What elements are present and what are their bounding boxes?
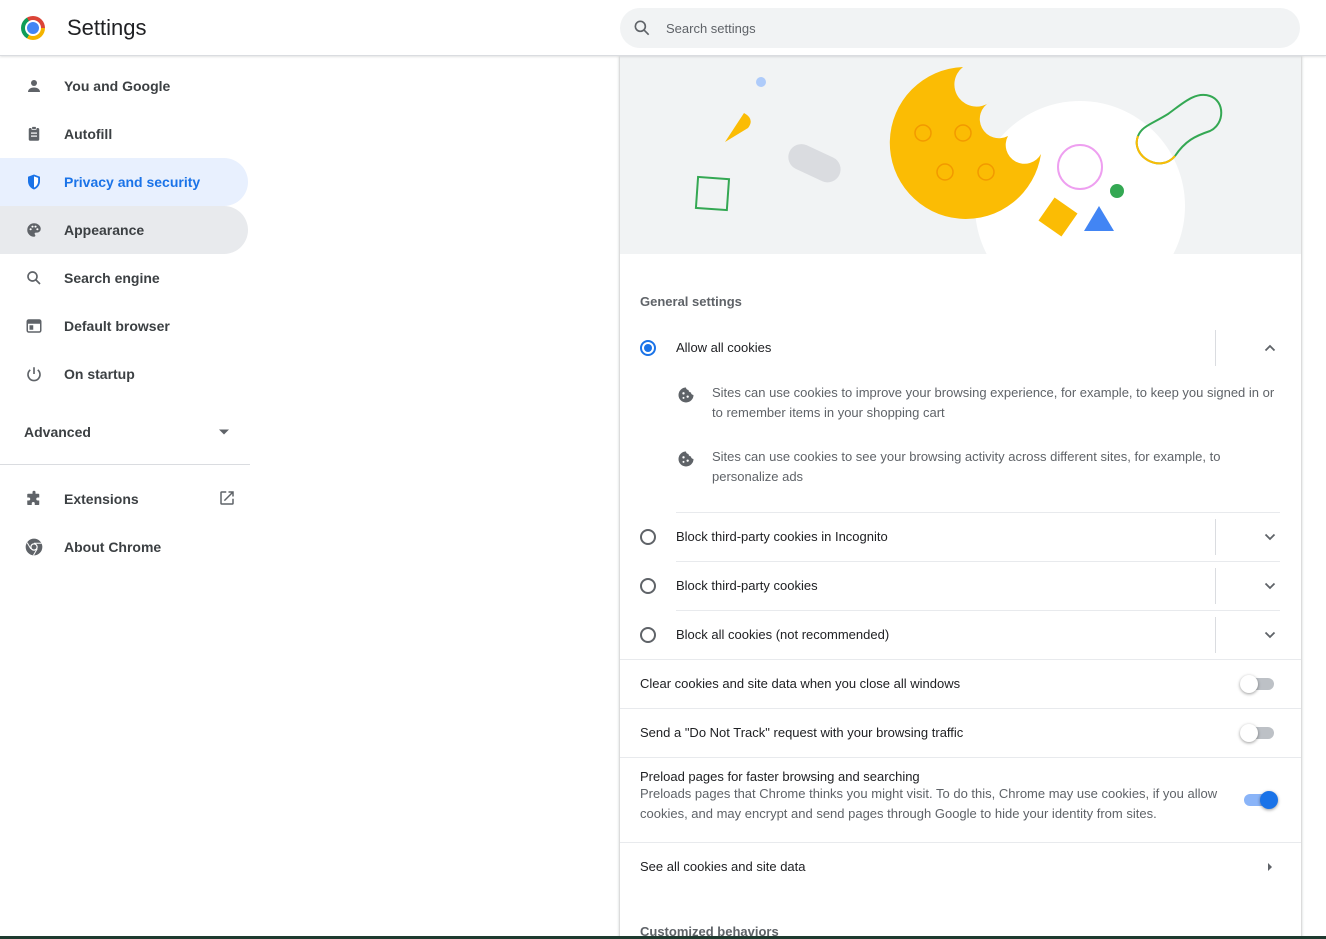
- expand-button[interactable]: [1260, 527, 1280, 547]
- puzzle-icon: [24, 489, 44, 509]
- sidebar-item-privacy-and-security[interactable]: Privacy and security: [0, 158, 248, 206]
- do-not-track-toggle[interactable]: [1240, 724, 1274, 742]
- chevron-down-icon: [1264, 582, 1276, 590]
- chevron-down-icon: [1264, 631, 1276, 639]
- sidebar-item-label: Appearance: [64, 222, 145, 238]
- person-icon: [24, 76, 44, 96]
- preload-pages-toggle[interactable]: [1244, 791, 1278, 809]
- search-input[interactable]: [666, 8, 1266, 48]
- sidebar-item-label: Search engine: [64, 270, 160, 286]
- sidebar-item-label: About Chrome: [64, 539, 162, 555]
- search-icon: [634, 20, 650, 36]
- radio-button[interactable]: [640, 626, 656, 643]
- cookies-settings-card: General settings Allow all cookies Sites…: [620, 56, 1301, 939]
- dropdown-arrow-icon: [219, 429, 229, 435]
- sidebar-item-label: You and Google: [64, 78, 171, 94]
- expand-button[interactable]: [1260, 625, 1280, 645]
- cookies-illustration: [620, 56, 1301, 254]
- toggle-sublabel: Preloads pages that Chrome thinks you mi…: [640, 786, 1218, 821]
- shield-icon: [24, 172, 44, 192]
- clear-on-exit-toggle[interactable]: [1240, 675, 1274, 693]
- browser-icon: [24, 316, 44, 336]
- toggle-label: Clear cookies and site data when you clo…: [640, 676, 961, 691]
- row-separator: [1215, 568, 1216, 604]
- sidebar-item-search-engine[interactable]: Search engine: [0, 254, 248, 302]
- toggle-knob: [1240, 675, 1258, 693]
- cookie-icon: [678, 387, 694, 403]
- clipboard-icon: [24, 124, 44, 144]
- sidebar-item-default-browser[interactable]: Default browser: [0, 302, 248, 350]
- detail-text: Sites can use cookies to improve your br…: [712, 385, 1275, 420]
- sidebar-item-you-and-google[interactable]: You and Google: [0, 62, 248, 110]
- cookie-option-label: Block third-party cookies: [676, 578, 818, 593]
- sidebar-item-autofill[interactable]: Autofill: [0, 110, 248, 158]
- allow-all-detail-1: Sites can use cookies to improve your br…: [676, 383, 1280, 423]
- allow-all-detail-2: Sites can use cookies to see your browsi…: [676, 447, 1280, 487]
- top-toolbar: Settings: [0, 0, 1326, 56]
- advanced-toggle[interactable]: Advanced: [0, 408, 250, 456]
- cookie-option-block-all[interactable]: Block all cookies (not recommended): [640, 610, 1280, 659]
- cookie-option-label: Allow all cookies: [676, 340, 772, 355]
- sidebar-item-label: Default browser: [64, 318, 170, 334]
- cookie-option-label: Block third-party cookies in Incognito: [676, 529, 888, 544]
- page-title: Settings: [67, 15, 147, 40]
- sidebar: You and Google Autofill Privacy and secu…: [0, 62, 250, 571]
- toggle-label: Send a "Do Not Track" request with your …: [640, 725, 964, 740]
- search-icon: [24, 268, 44, 288]
- sidebar-item-extensions[interactable]: Extensions: [0, 475, 250, 523]
- sidebar-item-label: On startup: [64, 366, 135, 382]
- search-bar[interactable]: [620, 8, 1300, 48]
- preload-pages-row[interactable]: Preload pages for faster browsing and se…: [640, 769, 1280, 831]
- see-all-cookies-label: See all cookies and site data: [640, 859, 806, 874]
- chevron-right-icon: [1268, 863, 1272, 871]
- radio-button[interactable]: [640, 528, 656, 545]
- palette-icon: [24, 220, 44, 240]
- sidebar-divider: [0, 464, 250, 465]
- clear-on-exit-row[interactable]: Clear cookies and site data when you clo…: [640, 659, 1280, 708]
- row-separator: [1215, 519, 1216, 555]
- chrome-icon: [24, 537, 44, 557]
- cookie-icon: [678, 451, 694, 467]
- chrome-logo-icon: [21, 16, 45, 40]
- sidebar-item-label: Privacy and security: [64, 174, 201, 190]
- chevron-down-icon: [1264, 533, 1276, 541]
- sidebar-item-on-startup[interactable]: On startup: [0, 350, 248, 398]
- cookie-option-block-third-party[interactable]: Block third-party cookies: [640, 561, 1280, 610]
- divider: [620, 757, 1301, 758]
- advanced-label: Advanced: [24, 424, 91, 440]
- power-icon: [24, 364, 44, 384]
- sidebar-item-label: Extensions: [64, 491, 139, 507]
- row-separator: [1215, 617, 1216, 653]
- do-not-track-row[interactable]: Send a "Do Not Track" request with your …: [640, 708, 1280, 757]
- sidebar-item-label: Autofill: [64, 126, 113, 142]
- toggle-knob: [1240, 724, 1258, 742]
- sidebar-item-about-chrome[interactable]: About Chrome: [0, 523, 248, 571]
- radio-button[interactable]: [640, 577, 656, 594]
- toggle-label: Preload pages for faster browsing and se…: [640, 769, 920, 784]
- expand-button[interactable]: [1260, 576, 1280, 596]
- row-separator: [1215, 330, 1216, 366]
- open-in-new-icon: [220, 491, 234, 505]
- detail-text: Sites can use cookies to see your browsi…: [712, 449, 1221, 484]
- cookie-option-allow-all[interactable]: Allow all cookies: [640, 323, 1280, 372]
- chevron-up-icon: [1264, 344, 1276, 352]
- cookie-option-block-incognito[interactable]: Block third-party cookies in Incognito: [640, 512, 1280, 561]
- collapse-button[interactable]: [1260, 338, 1280, 358]
- see-all-cookies-row[interactable]: See all cookies and site data: [640, 842, 1280, 891]
- general-settings-title: General settings: [640, 294, 742, 309]
- toggle-knob: [1260, 791, 1278, 809]
- cookie-option-label: Block all cookies (not recommended): [676, 627, 890, 642]
- radio-button[interactable]: [640, 339, 656, 356]
- sidebar-item-appearance[interactable]: Appearance: [0, 206, 248, 254]
